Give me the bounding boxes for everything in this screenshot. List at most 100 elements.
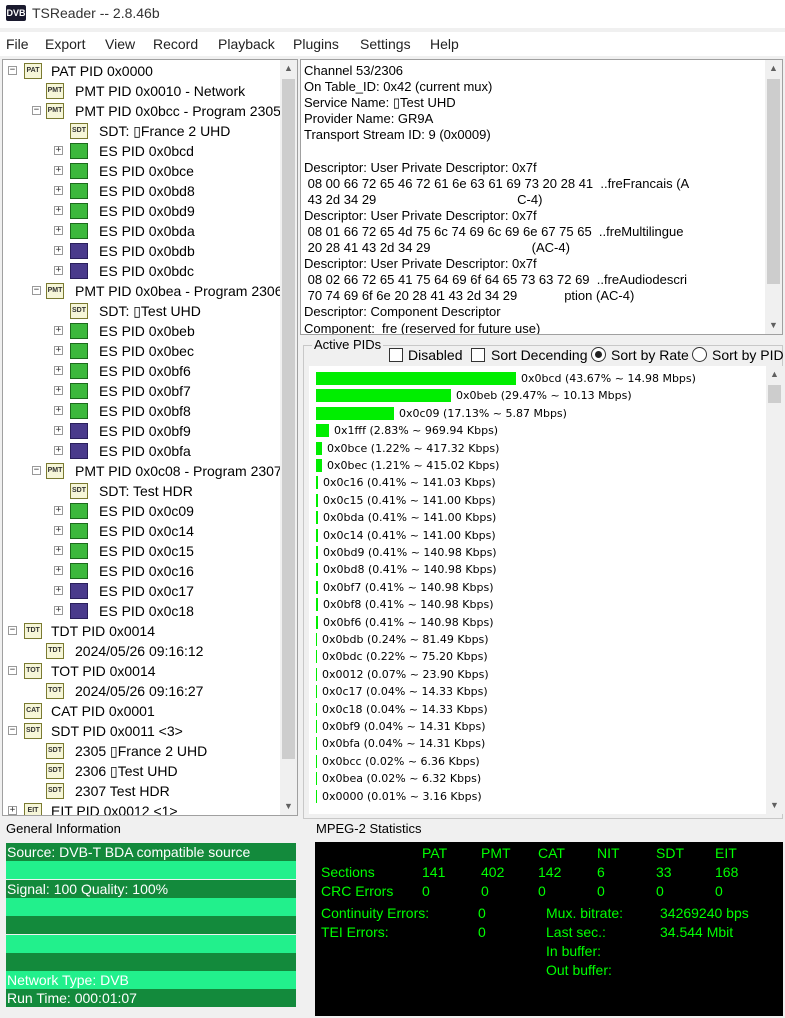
scroll-down-icon[interactable]: ▼ [280, 798, 297, 815]
tree-scroll-thumb[interactable] [282, 79, 295, 759]
tree-node[interactable]: SDT 2306 ▯Test UHD [3, 761, 280, 781]
expand-icon[interactable]: + [54, 505, 63, 515]
menu-file[interactable]: File [6, 36, 29, 52]
tree-node[interactable]: + ES PID 0x0c18 [3, 601, 280, 621]
collapse-icon[interactable]: − [32, 105, 41, 115]
tree-node[interactable]: TDT 2024/05/26 09:16:12 [3, 641, 280, 661]
tree-node[interactable]: SDT SDT: Test HDR [3, 481, 280, 501]
tree-scrollbar[interactable]: ▲ ▼ [280, 60, 297, 815]
menu-plugins[interactable]: Plugins [293, 36, 339, 52]
tei-label: TEI Errors: [321, 924, 389, 940]
tree-node[interactable]: SDT 2305 ▯France 2 UHD [3, 741, 280, 761]
scroll-down-icon[interactable]: ▼ [766, 797, 783, 814]
scroll-up-icon[interactable]: ▲ [765, 60, 782, 77]
scroll-up-icon[interactable]: ▲ [280, 60, 297, 77]
pid-list-scrollbar[interactable]: ▲ ▼ [766, 366, 783, 814]
sort-by-rate-radio[interactable] [591, 347, 606, 362]
collapse-icon[interactable]: − [8, 65, 17, 75]
expand-icon[interactable]: + [54, 405, 63, 415]
tree-node[interactable]: SDT SDT: ▯Test UHD [3, 301, 280, 321]
tree-node[interactable]: − PMT PMT PID 0x0c08 - Program 2307 [3, 461, 282, 481]
menu-record[interactable]: Record [153, 36, 198, 52]
expand-icon[interactable]: + [54, 145, 63, 155]
expand-icon[interactable]: + [54, 345, 63, 355]
collapse-icon[interactable]: − [8, 725, 17, 735]
expand-icon[interactable]: + [54, 425, 63, 435]
menu-view[interactable]: View [105, 36, 135, 52]
scroll-down-icon[interactable]: ▼ [765, 317, 782, 334]
tree-node[interactable]: + ES PID 0x0bda [3, 221, 280, 241]
expand-icon[interactable]: + [8, 805, 17, 815]
tree-node[interactable]: − PMT PMT PID 0x0bea - Program 2306 [3, 281, 283, 301]
expand-icon[interactable]: + [54, 225, 63, 235]
menu-playback[interactable]: Playback [218, 36, 275, 52]
descriptor-text: Channel 53/2306 On Table_ID: 0x42 (curre… [304, 63, 690, 334]
pid-tree-view[interactable]: − PAT PAT PID 0x0000 PMT PMT PID 0x0010 - Ne… [2, 59, 298, 816]
expand-icon[interactable]: + [54, 185, 63, 195]
continuity-value: 0 [478, 905, 486, 921]
tree-node[interactable]: + ES PID 0x0bd9 [3, 201, 280, 221]
collapse-icon[interactable]: − [8, 665, 17, 675]
tree-node[interactable]: + ES PID 0x0bf9 [3, 421, 280, 441]
tree-node[interactable]: + ES PID 0x0bf8 [3, 401, 280, 421]
tree-node[interactable]: − PMT PMT PID 0x0bcc - Program 2305 [3, 101, 281, 121]
disabled-checkbox[interactable] [389, 348, 403, 362]
table-icon: TOT [46, 682, 64, 699]
tree-node[interactable]: + ES PID 0x0c16 [3, 561, 280, 581]
tree-node[interactable]: − PAT PAT PID 0x0000 [3, 61, 280, 81]
collapse-icon[interactable]: − [32, 465, 41, 475]
tree-node[interactable]: − TDT TDT PID 0x0014 [3, 621, 280, 641]
sort-desc-checkbox[interactable] [471, 348, 485, 362]
collapse-icon[interactable]: − [8, 625, 17, 635]
tree-node[interactable]: PMT PMT PID 0x0010 - Network [3, 81, 280, 101]
tree-node[interactable]: + ES PID 0x0beb [3, 321, 280, 341]
tree-node[interactable]: + ES PID 0x0bce [3, 161, 280, 181]
tree-node[interactable]: − TOT TOT PID 0x0014 [3, 661, 280, 681]
sort-by-pid-radio[interactable] [692, 347, 707, 362]
tree-node[interactable]: + ES PID 0x0bf6 [3, 361, 280, 381]
expand-icon[interactable]: + [54, 585, 63, 595]
pid-rate-label: 0x0beb (29.47% ~ 10.13 Mbps) [456, 389, 632, 403]
expand-icon[interactable]: + [54, 245, 63, 255]
expand-icon[interactable]: + [54, 325, 63, 335]
tree-node[interactable]: + ES PID 0x0c09 [3, 501, 280, 521]
expand-icon[interactable]: + [54, 605, 63, 615]
tree-node[interactable]: + ES PID 0x0bd8 [3, 181, 280, 201]
tree-node-label: SDT: Test HDR [99, 482, 193, 499]
tree-node[interactable]: − SDT SDT PID 0x0011 <3> [3, 721, 280, 741]
detail-scroll-thumb[interactable] [767, 79, 780, 284]
menu-help[interactable]: Help [430, 36, 459, 52]
tree-node[interactable]: + ES PID 0x0bf7 [3, 381, 280, 401]
expand-icon[interactable]: + [54, 525, 63, 535]
tree-node[interactable]: + ES PID 0x0bdb [3, 241, 280, 261]
menu-settings[interactable]: Settings [360, 36, 411, 52]
pid-rate-bar [316, 563, 318, 577]
detail-scrollbar[interactable]: ▲ ▼ [765, 60, 782, 334]
expand-icon[interactable]: + [54, 565, 63, 575]
expand-icon[interactable]: + [54, 165, 63, 175]
tree-node[interactable]: + ES PID 0x0c14 [3, 521, 280, 541]
expand-icon[interactable]: + [54, 545, 63, 555]
pid-scroll-thumb[interactable] [768, 385, 781, 403]
scroll-up-icon[interactable]: ▲ [766, 366, 783, 383]
detail-panel[interactable]: Channel 53/2306 On Table_ID: 0x42 (curre… [300, 59, 783, 335]
expand-icon[interactable]: + [54, 265, 63, 275]
tree-node[interactable]: + ES PID 0x0c17 [3, 581, 280, 601]
tree-node[interactable]: TOT 2024/05/26 09:16:27 [3, 681, 280, 701]
expand-icon[interactable]: + [54, 365, 63, 375]
tree-node[interactable]: SDT 2307 Test HDR [3, 781, 280, 801]
tree-node[interactable]: + ES PID 0x0bcd [3, 141, 280, 161]
pid-bitrate-list[interactable]: 0x0bcd (43.67% ~ 14.98 Mbps) 0x0beb (29.4… [309, 366, 783, 814]
tree-node[interactable]: + EIT EIT PID 0x0012 <1> [3, 801, 280, 815]
tree-node[interactable]: + ES PID 0x0bfa [3, 441, 280, 461]
tree-node[interactable]: + ES PID 0x0c15 [3, 541, 280, 561]
expand-icon[interactable]: + [54, 385, 63, 395]
tree-node[interactable]: + ES PID 0x0bec [3, 341, 280, 361]
collapse-icon[interactable]: − [32, 285, 41, 295]
tree-node[interactable]: + ES PID 0x0bdc [3, 261, 280, 281]
tree-node[interactable]: CAT CAT PID 0x0001 [3, 701, 280, 721]
expand-icon[interactable]: + [54, 445, 63, 455]
tree-node[interactable]: SDT SDT: ▯France 2 UHD [3, 121, 280, 141]
expand-icon[interactable]: + [54, 205, 63, 215]
menu-export[interactable]: Export [45, 36, 85, 52]
